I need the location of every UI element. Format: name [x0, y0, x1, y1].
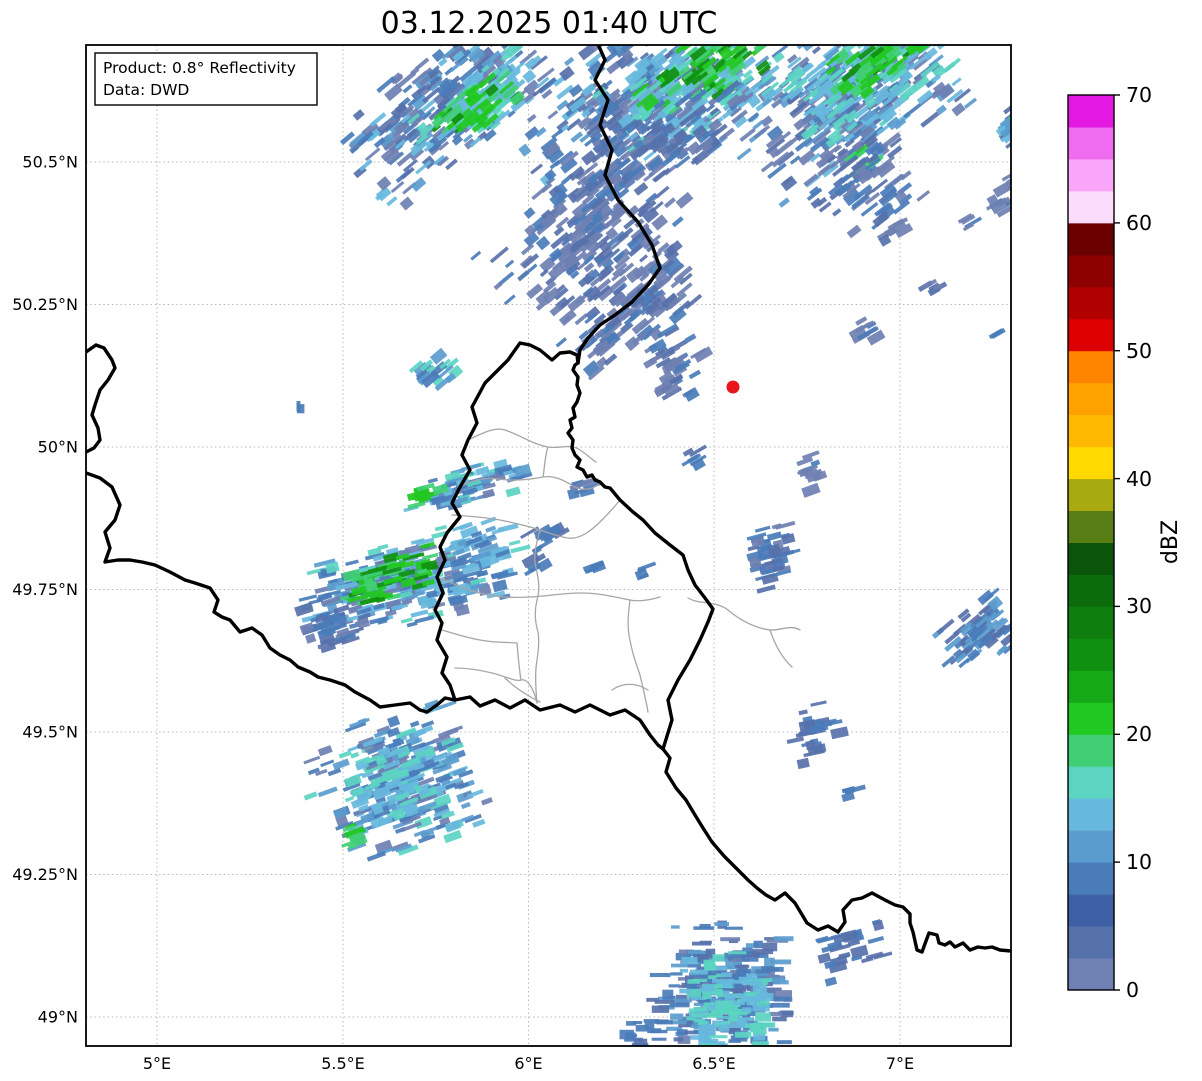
page-title: 03.12.2025 01:40 UTC	[381, 6, 718, 41]
y-tick-label: 49.5°N	[22, 723, 78, 742]
colorbar-tick-label: 0	[1126, 978, 1139, 1002]
colorbar-tick-label: 40	[1126, 467, 1152, 491]
y-tick-label: 50.25°N	[12, 295, 78, 314]
colorbar-tick-label: 50	[1126, 339, 1152, 363]
y-tick-label: 49°N	[38, 1008, 78, 1027]
y-tick-label: 50.5°N	[22, 153, 78, 172]
plot-frame	[86, 45, 1011, 1046]
colorbar-tick-label: 60	[1126, 211, 1152, 235]
info-product-line: Product: 0.8° Reflectivity	[103, 59, 296, 77]
colorbar-tick-labels: 70 60 50 40 30 20 10 0	[1126, 83, 1152, 1002]
y-tick-label: 49.25°N	[12, 865, 78, 884]
info-box: Product: 0.8° Reflectivity Data: DWD	[95, 53, 317, 105]
colorbar: 70 60 50 40 30 20 10 0 dBZ	[1068, 83, 1183, 1002]
graticule-grid	[86, 45, 1011, 1046]
colorbar-tick-label: 70	[1126, 83, 1152, 107]
colorbar-segments	[1068, 95, 1114, 991]
x-tick-label: 6°E	[514, 1054, 542, 1073]
colorbar-ticks	[1114, 95, 1120, 990]
radar-figure: 03.12.2025 01:40 UTC Product: 0.8° Refle…	[0, 0, 1202, 1081]
colorbar-axis-label: dBZ	[1158, 520, 1183, 564]
colorbar-tick-label: 20	[1126, 722, 1152, 746]
x-axis-tick-labels: 5°E 5.5°E 6°E 6.5°E 7°E	[143, 1054, 914, 1073]
radar-echo-layer	[294, 0, 1034, 1052]
radar-map-canvas: 03.12.2025 01:40 UTC Product: 0.8° Refle…	[0, 0, 1202, 1081]
info-data-line: Data: DWD	[103, 81, 189, 99]
colorbar-tick-label: 30	[1126, 594, 1152, 618]
x-tick-label: 5.5°E	[321, 1054, 365, 1073]
y-axis-tick-labels: 50.5°N 50.25°N 50°N 49.75°N 49.5°N 49.25…	[12, 153, 78, 1027]
x-tick-label: 6.5°E	[692, 1054, 736, 1073]
radar-site-marker	[727, 381, 740, 394]
colorbar-tick-label: 10	[1126, 850, 1152, 874]
y-tick-label: 49.75°N	[12, 580, 78, 599]
x-tick-label: 5°E	[143, 1054, 171, 1073]
y-tick-label: 50°N	[38, 438, 78, 457]
x-tick-label: 7°E	[886, 1054, 914, 1073]
